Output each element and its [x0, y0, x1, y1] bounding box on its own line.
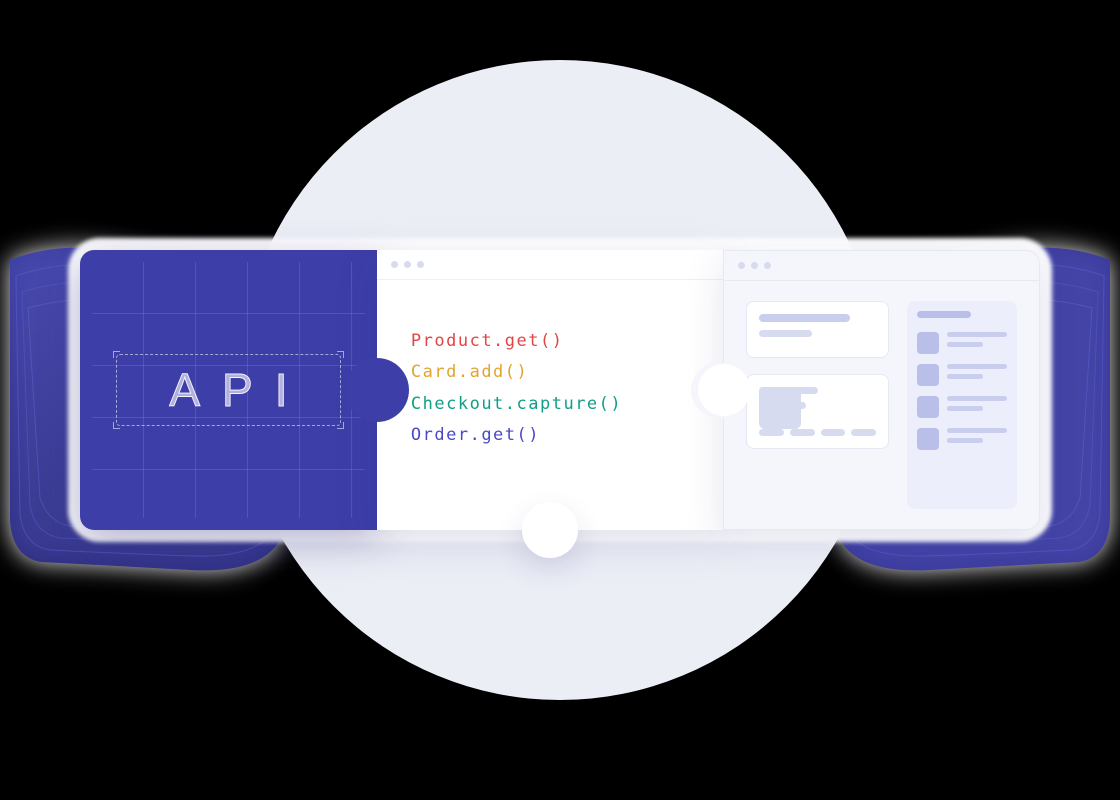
- list-item: [917, 364, 1007, 386]
- puzzle-piece-code: Product.get() Card.add() Checkout.captur…: [377, 250, 723, 530]
- code-window-titlebar: [377, 250, 723, 280]
- traffic-light-dot-icon: [764, 262, 771, 269]
- ui-window-titlebar: [724, 251, 1039, 281]
- traffic-light-dot-icon: [417, 261, 424, 268]
- thumbnail-placeholder-icon: [917, 332, 939, 354]
- thumbnail-placeholder-icon: [917, 364, 939, 386]
- code-line: Card.add(): [411, 357, 689, 388]
- list-item: [917, 396, 1007, 418]
- ui-mock-right-column: [907, 301, 1017, 509]
- puzzle-piece-ui: [723, 250, 1040, 530]
- traffic-light-dot-icon: [391, 261, 398, 268]
- puzzle-piece-api: API: [80, 250, 377, 530]
- api-label: API: [147, 363, 309, 417]
- traffic-light-dot-icon: [751, 262, 758, 269]
- thumbnail-placeholder-icon: [917, 428, 939, 450]
- ui-mock-left-column: [746, 301, 889, 509]
- traffic-light-dot-icon: [738, 262, 745, 269]
- list-item: [917, 332, 1007, 354]
- code-line: Checkout.capture(): [411, 389, 689, 420]
- thumbnail-placeholder-icon: [759, 387, 801, 429]
- traffic-light-dot-icon: [404, 261, 411, 268]
- sidebar-heading-placeholder: [917, 311, 971, 318]
- list-item: [917, 428, 1007, 450]
- code-body: Product.get() Card.add() Checkout.captur…: [377, 280, 723, 498]
- blueprint-frame: API: [116, 354, 341, 426]
- ui-mock-card: [746, 301, 889, 358]
- code-line: Order.get(): [411, 420, 689, 451]
- code-line: Product.get(): [411, 326, 689, 357]
- ui-mock-body: [724, 281, 1039, 529]
- thumbnail-placeholder-icon: [917, 396, 939, 418]
- ui-mock-card: [746, 374, 889, 449]
- puzzle-strip: API Product.get() Card.add() Checkout.ca…: [80, 250, 1040, 530]
